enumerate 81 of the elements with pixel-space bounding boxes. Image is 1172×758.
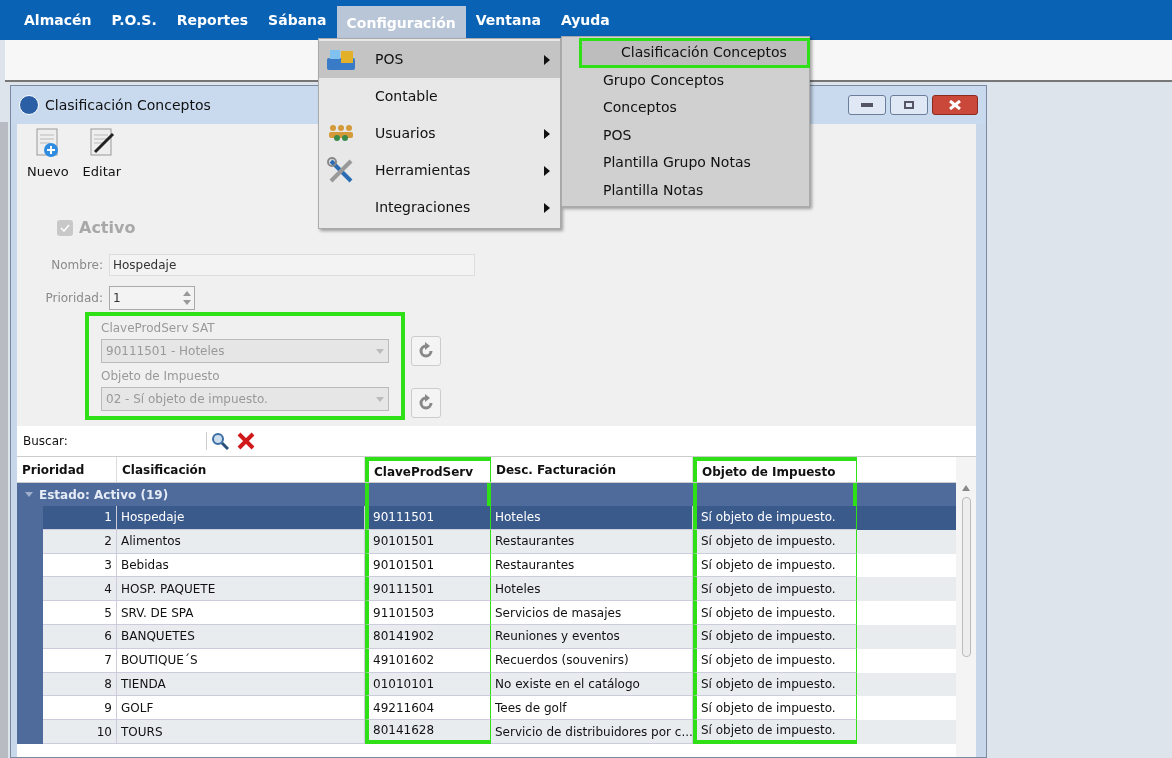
scroll-up-arrow-icon[interactable] bbox=[962, 485, 970, 491]
search-icon[interactable] bbox=[210, 432, 229, 450]
search-label: Buscar: bbox=[23, 433, 68, 450]
table-cell: Servicio de distribuidores por c... bbox=[491, 720, 693, 744]
refresh-button[interactable] bbox=[411, 336, 441, 366]
table-cell: Servicios de masajes bbox=[491, 601, 693, 625]
field-label: ClaveProdServ SAT bbox=[101, 320, 216, 337]
table-row[interactable]: 4 HOSP. PAQUETE 90111501 Hoteles Sí objeto de impuesto. bbox=[17, 577, 956, 602]
menu-item[interactable]: Almacén bbox=[14, 0, 102, 40]
dropdown-arrow-icon bbox=[376, 396, 384, 402]
edit-button[interactable]: Editar bbox=[82, 128, 122, 194]
menu-item[interactable]: Clasificación Conceptos bbox=[580, 39, 809, 67]
table-cell: Restaurantes bbox=[491, 529, 693, 554]
nombre-label: Nombre: bbox=[50, 257, 103, 274]
table-cell: 1 bbox=[43, 506, 117, 530]
menu-item[interactable]: Reportes bbox=[166, 0, 259, 40]
menu-item[interactable]: Contable bbox=[319, 78, 560, 115]
table-cell: 10 bbox=[43, 720, 117, 744]
document-pen-icon bbox=[88, 128, 115, 158]
prioridad-label: Prioridad: bbox=[44, 290, 103, 307]
table-cell: TOURS bbox=[117, 720, 365, 744]
table-cell: Sí objeto de impuesto. bbox=[693, 720, 857, 744]
field-label: Objeto de Impuesto bbox=[101, 368, 221, 385]
table-row[interactable]: 6 BANQUETES 80141902 Reuniones y eventos Sí objeto de impuesto. bbox=[17, 625, 956, 649]
table-cell: Recuerdos (souvenirs) bbox=[491, 648, 693, 673]
refresh-icon bbox=[417, 342, 435, 360]
table-row[interactable]: 10 TOURS 80141628 Servicio de distribuidores por c... Sí objeto de impuesto. bbox=[17, 720, 956, 744]
menu-item[interactable]: Ayuda bbox=[550, 0, 620, 40]
table-cell: Reuniones y eventos bbox=[491, 625, 693, 649]
clear-icon[interactable] bbox=[236, 432, 255, 450]
column-header[interactable]: Clasificación bbox=[117, 457, 365, 482]
close-button[interactable] bbox=[932, 95, 978, 115]
refresh-button[interactable] bbox=[411, 388, 441, 418]
menu-item[interactable]: Plantilla Notas bbox=[562, 176, 809, 204]
minimize-button[interactable] bbox=[848, 95, 886, 115]
scrollbar[interactable] bbox=[956, 457, 976, 757]
new-document-icon bbox=[34, 128, 61, 158]
table-cell: BANQUETES bbox=[117, 625, 365, 649]
table-cell: 7 bbox=[43, 648, 117, 673]
menu-item[interactable]: Conceptos bbox=[562, 94, 809, 122]
collapse-arrow-icon bbox=[25, 492, 33, 497]
menu-item[interactable]: Sábana bbox=[258, 0, 337, 40]
table-row[interactable]: 2 Alimentos 90101501 Restaurantes Sí objeto de impuesto. bbox=[17, 529, 956, 554]
menu-item[interactable]: Integraciones bbox=[319, 189, 560, 226]
table-cell: 80141628 bbox=[365, 720, 491, 744]
table-row[interactable]: 8 TIENDA 01010101 No existe en el catálogo Sí objeto de impuesto. bbox=[17, 672, 956, 697]
nombre-field[interactable]: Hospedaje bbox=[109, 254, 475, 276]
close-icon bbox=[949, 100, 961, 110]
checkmark-icon bbox=[60, 224, 70, 232]
table-cell: SRV. DE SPA bbox=[117, 601, 365, 625]
activo-label: Activo bbox=[79, 217, 136, 239]
table-cell: 6 bbox=[43, 625, 117, 649]
column-header[interactable]: Prioridad bbox=[17, 457, 117, 482]
menu-item[interactable]: Usuarios bbox=[319, 115, 560, 152]
table-cell: Hoteles bbox=[491, 506, 693, 530]
dropdown-arrow-icon bbox=[376, 348, 384, 354]
group-header[interactable]: Estado: Activo (19) bbox=[39, 485, 169, 504]
menu-item[interactable]: Plantilla Grupo Notas bbox=[562, 149, 809, 177]
table-cell: Alimentos bbox=[117, 529, 365, 554]
table-row[interactable]: 1 Hospedaje 90111501 Hoteles Sí objeto de impuesto. bbox=[17, 506, 956, 530]
table-cell: 5 bbox=[43, 601, 117, 625]
table-cell: 2 bbox=[43, 529, 117, 554]
app-logo-icon bbox=[19, 95, 39, 115]
spin-arrows-icon bbox=[180, 289, 194, 307]
column-header[interactable]: Desc. Facturación bbox=[491, 457, 693, 482]
register-icon bbox=[326, 47, 356, 72]
menu-item[interactable]: POS bbox=[562, 121, 809, 149]
menu-item[interactable]: P.O.S. bbox=[101, 0, 167, 40]
scrollbar-thumb[interactable] bbox=[961, 497, 971, 657]
prioridad-spinner[interactable]: 1 bbox=[109, 286, 195, 310]
table-cell: Hospedaje bbox=[117, 506, 365, 530]
refresh-icon bbox=[417, 394, 435, 412]
activo-checkbox[interactable] bbox=[57, 220, 73, 236]
menu-item[interactable]: Ventana bbox=[465, 0, 551, 40]
new-button[interactable]: Nuevo bbox=[27, 128, 69, 194]
menu-item[interactable]: Herramientas bbox=[319, 152, 560, 189]
menu-item[interactable]: Grupo Conceptos bbox=[562, 66, 809, 94]
window-title: Clasificación Conceptos bbox=[45, 95, 211, 115]
table-cell: BOUTIQUE´S bbox=[117, 648, 365, 673]
menu-item[interactable]: POS bbox=[319, 41, 560, 78]
restore-button[interactable] bbox=[890, 95, 928, 115]
